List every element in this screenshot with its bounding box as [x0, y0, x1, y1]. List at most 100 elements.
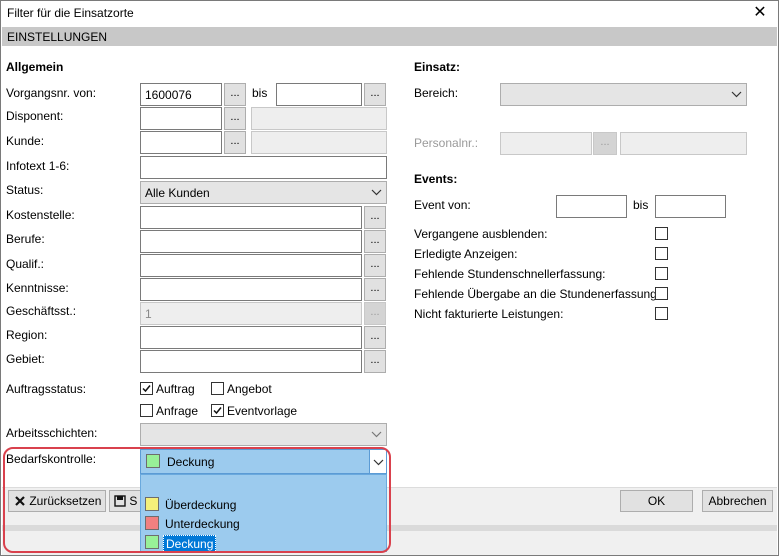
vorgangsnr-to-input[interactable] [276, 83, 362, 106]
vorgangsnr-from-input[interactable]: 1600076 [140, 83, 222, 106]
kenntnisse-input[interactable] [140, 278, 362, 301]
chevron-down-icon [731, 91, 742, 98]
disponent-input[interactable] [140, 107, 222, 130]
bedarfskontrolle-dropdown-button[interactable] [369, 450, 386, 473]
save-label: S [129, 494, 138, 508]
option-unterdeckung[interactable]: Unterdeckung [141, 514, 386, 533]
option-ueberdeckung[interactable]: Überdeckung [141, 495, 386, 514]
option-label: Deckung [163, 535, 217, 553]
status-label: Status: [6, 183, 44, 197]
disponent-name-display [251, 107, 387, 130]
vorgangsnr-from-picker-button[interactable]: ... [224, 83, 246, 106]
zuruecksetzen-label: Zurücksetzen [29, 494, 102, 508]
disponent-picker-button[interactable]: ... [224, 107, 246, 130]
chevron-down-icon [371, 189, 382, 196]
status-select[interactable]: Alle Kunden [140, 181, 387, 204]
ueberdeckung-swatch [145, 497, 159, 511]
window-title: Filter für die Einsatzorte [7, 6, 134, 20]
auftrag-label: Auftrag [156, 382, 195, 396]
deckung-swatch [146, 454, 160, 468]
einsatz-heading: Einsatz: [414, 60, 461, 74]
reset-x-icon [15, 496, 25, 506]
region-picker-button[interactable]: ... [364, 326, 386, 349]
bedarfskontrolle-selected-value: Deckung [167, 455, 215, 469]
fehlende-stunden-checkbox[interactable] [655, 267, 668, 280]
kunde-picker-button[interactable]: ... [224, 131, 246, 154]
unterdeckung-swatch [145, 516, 159, 530]
infotext-label: Infotext 1-6: [6, 159, 70, 173]
nicht-fakturierte-checkbox[interactable] [655, 307, 668, 320]
infotext-input[interactable] [140, 156, 387, 179]
gebiet-picker-button[interactable]: ... [364, 350, 386, 373]
kostenstelle-label: Kostenstelle: [6, 208, 75, 222]
title-bar: Filter für die Einsatzorte ✕ [1, 1, 778, 25]
geschaeftsst-picker-button: ... [364, 302, 386, 325]
gebiet-label: Gebiet: [6, 352, 45, 366]
anfrage-label: Anfrage [156, 404, 199, 418]
event-bis-input[interactable] [655, 195, 726, 218]
region-input[interactable] [140, 326, 362, 349]
geschaeftsst-input: 1 [140, 302, 362, 325]
kunde-input[interactable] [140, 131, 222, 154]
bereich-select[interactable] [500, 83, 747, 106]
bedarfskontrolle-select[interactable]: Deckung [140, 449, 387, 474]
footer-divider [2, 525, 777, 531]
kenntnisse-label: Kenntnisse: [6, 281, 69, 295]
section-title: EINSTELLUNGEN [7, 30, 108, 44]
chevron-down-icon [371, 431, 382, 438]
close-icon[interactable]: ✕ [750, 2, 770, 22]
kunde-label: Kunde: [6, 134, 45, 148]
zuruecksetzen-button[interactable]: Zurücksetzen [8, 490, 106, 512]
gebiet-input[interactable] [140, 350, 362, 373]
events-heading: Events: [414, 172, 458, 186]
eventvorlage-checkbox[interactable] [211, 404, 224, 417]
nicht-fakturierte-label: Nicht fakturierte Leistungen: [414, 307, 564, 321]
ok-button[interactable]: OK [620, 490, 693, 512]
kenntnisse-picker-button[interactable]: ... [364, 278, 386, 301]
abbrechen-button[interactable]: Abbrechen [702, 490, 773, 512]
option-deckung[interactable]: Deckung [141, 533, 386, 553]
arbeitsschichten-select[interactable] [140, 423, 387, 446]
event-von-input[interactable] [556, 195, 627, 218]
fehlende-stunden-label: Fehlende Stundenschnellerfassung: [414, 267, 606, 281]
auftragsstatus-label: Auftragsstatus: [6, 382, 87, 396]
disponent-label: Disponent: [6, 109, 64, 123]
anfrage-checkbox[interactable] [140, 404, 153, 417]
arbeitsschichten-label: Arbeitsschichten: [6, 426, 98, 440]
vergangene-checkbox[interactable] [655, 227, 668, 240]
bedarfskontrolle-label: Bedarfskontrolle: [6, 452, 97, 466]
auftrag-checkbox[interactable] [140, 382, 153, 395]
personalnr-name-display [620, 132, 747, 155]
save-icon [114, 495, 126, 507]
berufe-label: Berufe: [6, 232, 45, 246]
event-von-label: Event von: [414, 198, 471, 212]
vergangene-label: Vergangene ausblenden: [414, 227, 548, 241]
bedarfskontrolle-options-list: Überdeckung Unterdeckung Deckung [140, 474, 387, 553]
vorgangsnr-bis-label: bis [252, 86, 268, 100]
angebot-label: Angebot [227, 382, 272, 396]
kostenstelle-picker-button[interactable]: ... [364, 206, 386, 229]
fehlende-uebergabe-checkbox[interactable] [655, 287, 668, 300]
qualif-input[interactable] [140, 254, 362, 277]
erledigte-checkbox[interactable] [655, 247, 668, 260]
filter-dialog: Filter für die Einsatzorte ✕ EINSTELLUNG… [0, 0, 779, 556]
kostenstelle-input[interactable] [140, 206, 362, 229]
option-label: Überdeckung [165, 498, 237, 512]
geschaeftsst-label: Geschäftsst.: [6, 304, 77, 318]
personalnr-label: Personalnr.: [414, 136, 479, 150]
event-bis-label: bis [633, 198, 649, 212]
angebot-checkbox[interactable] [211, 382, 224, 395]
eventvorlage-label: Eventvorlage [227, 404, 298, 418]
allgemein-heading: Allgemein [6, 60, 64, 74]
qualif-picker-button[interactable]: ... [364, 254, 386, 277]
berufe-input[interactable] [140, 230, 362, 253]
personalnr-input [500, 132, 592, 155]
vorgangsnr-to-picker-button[interactable]: ... [364, 83, 386, 106]
berufe-picker-button[interactable]: ... [364, 230, 386, 253]
option-label: Unterdeckung [165, 517, 240, 531]
deckung-option-swatch [145, 535, 159, 549]
region-label: Region: [6, 328, 48, 342]
bereich-label: Bereich: [414, 86, 459, 100]
personalnr-picker-button: ... [593, 132, 617, 155]
kunde-name-display [251, 131, 387, 154]
